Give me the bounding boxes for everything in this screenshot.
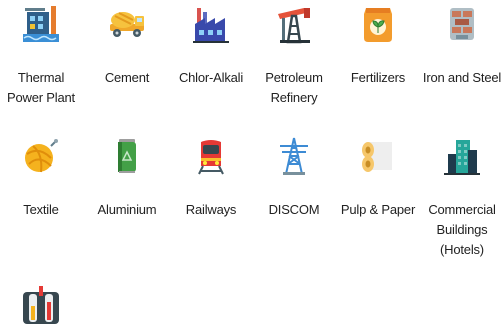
thermal-power-plant-icon [21,4,61,44]
fertilizer-bag-icon [358,4,398,44]
sector-label: Iron and Steel [422,70,501,85]
sector-label: Chlor-Alkali [178,70,244,85]
sector-label: Pulp & Paper [340,202,416,217]
sector-label: Petroleum Refinery [265,70,323,105]
steel-bricks-icon [442,4,482,44]
sector-label: Cement [104,70,150,85]
paper-roll-icon [358,136,398,176]
sector-label: Fertilizers [350,70,406,85]
sector-label: Commercial Buildings (Hotels) [428,202,496,257]
yarn-ball-icon [21,136,61,176]
sector-label: Textile [23,202,59,217]
sector-label: Thermal Power Plant [7,70,75,105]
sector-label: DISCOM [268,202,320,217]
oil-pump-jack-icon [274,4,314,44]
transmission-tower-icon [274,136,314,176]
train-icon [191,136,231,176]
sector-grid: Thermal Power Plant Cement Chlor-Alkali … [0,0,501,330]
refinery-tanks-icon [21,284,61,324]
sector-label: Aluminium [97,202,157,217]
sector-label: Railways [185,202,237,217]
factory-icon [191,4,231,44]
cement-mixer-truck-icon [107,4,147,44]
aluminium-can-icon [107,136,147,176]
buildings-icon [442,136,482,176]
